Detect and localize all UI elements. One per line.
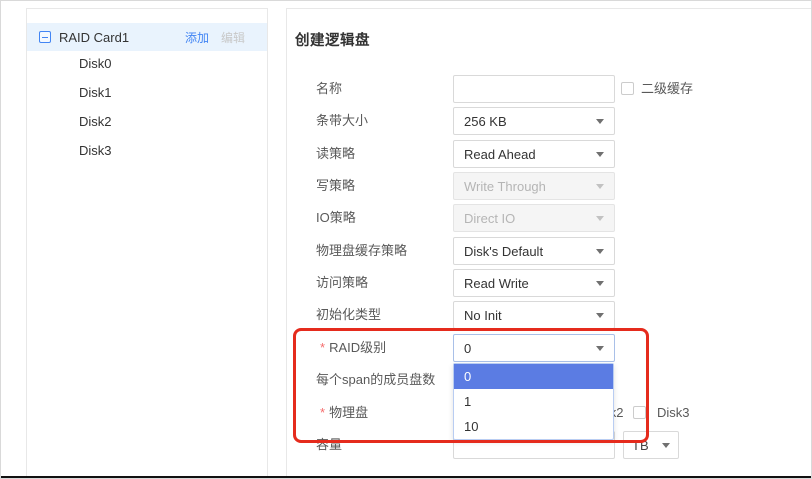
capacity-label: 容量 (316, 431, 342, 459)
raid-level-option-0[interactable]: 0 (454, 364, 613, 389)
tree-node-disk1[interactable]: Disk1 (27, 79, 267, 107)
edit-link[interactable]: 编辑 (221, 29, 245, 46)
physical-disk-label: * 物理盘 (320, 399, 368, 427)
init-type-label: 初始化类型 (316, 301, 381, 329)
required-asterisk: * (320, 340, 325, 355)
capacity-unit-select[interactable]: TB (623, 431, 679, 459)
stripe-size-value: 256 KB (464, 114, 596, 129)
caret-down-icon (596, 184, 604, 189)
tree-node-disk0[interactable]: Disk0 (27, 50, 267, 78)
span-members-label: 每个span的成员盘数 (316, 366, 435, 394)
l2-cache-label: 二级缓存 (641, 75, 693, 103)
caret-down-icon (596, 346, 604, 351)
init-type-select[interactable]: No Init (453, 301, 615, 329)
required-asterisk: * (320, 405, 325, 420)
name-label: 名称 (316, 75, 342, 103)
pd-cache-policy-label: 物理盘缓存策略 (316, 237, 407, 265)
raid-level-select[interactable]: 0 (453, 334, 615, 362)
caret-down-icon (596, 119, 604, 124)
tree-node-disk2[interactable]: Disk2 (27, 108, 267, 136)
raid-level-value: 0 (464, 341, 596, 356)
access-policy-label: 访问策略 (316, 269, 368, 297)
physical-disk-label-text: 物理盘 (329, 405, 368, 420)
read-policy-select[interactable]: Read Ahead (453, 140, 615, 168)
write-policy-label: 写策略 (316, 172, 355, 200)
read-policy-value: Read Ahead (464, 147, 596, 162)
io-policy-value: Direct IO (464, 211, 596, 226)
collapse-minus-icon[interactable] (39, 31, 51, 43)
disk3-checkbox[interactable] (633, 406, 646, 419)
raid-level-option-1[interactable]: 1 (454, 389, 613, 414)
stripe-size-label: 条带大小 (316, 107, 368, 135)
pd-cache-policy-select[interactable]: Disk's Default (453, 237, 615, 265)
caret-down-icon (596, 281, 604, 286)
name-input[interactable] (453, 75, 615, 103)
caret-down-icon (596, 249, 604, 254)
stripe-size-select[interactable]: 256 KB (453, 107, 615, 135)
read-policy-label: 读策略 (316, 140, 355, 168)
add-link[interactable]: 添加 (185, 29, 209, 46)
raid-level-option-10[interactable]: 10 (454, 414, 613, 439)
raid-card-label: RAID Card1 (59, 30, 129, 45)
caret-down-icon (662, 443, 670, 448)
access-policy-select[interactable]: Read Write (453, 269, 615, 297)
pd-cache-policy-value: Disk's Default (464, 244, 596, 259)
tree-node-raid-card1[interactable]: RAID Card1 添加 编辑 (27, 23, 267, 51)
capacity-unit-value: TB (632, 438, 662, 453)
write-policy-select: Write Through (453, 172, 615, 200)
page-title: 创建逻辑盘 (295, 29, 370, 50)
raid-level-label-text: RAID级别 (329, 340, 386, 355)
caret-down-icon (596, 152, 604, 157)
io-policy-label: IO策略 (316, 204, 356, 232)
init-type-value: No Init (464, 308, 596, 323)
io-policy-select: Direct IO (453, 204, 615, 232)
disk3-checkbox-label: Disk3 (657, 399, 690, 427)
write-policy-value: Write Through (464, 179, 596, 194)
caret-down-icon (596, 216, 604, 221)
raid-level-dropdown: 0 1 10 (453, 363, 614, 440)
raid-level-label: * RAID级别 (320, 334, 386, 362)
tree-node-disk3[interactable]: Disk3 (27, 137, 267, 165)
l2-cache-checkbox[interactable] (621, 82, 634, 95)
caret-down-icon (596, 313, 604, 318)
raid-tree-panel: RAID Card1 添加 编辑 Disk0 Disk1 Disk2 Disk3 (26, 8, 268, 476)
access-policy-value: Read Write (464, 276, 596, 291)
raid-config-screen: RAID Card1 添加 编辑 Disk0 Disk1 Disk2 Disk3… (0, 0, 812, 479)
